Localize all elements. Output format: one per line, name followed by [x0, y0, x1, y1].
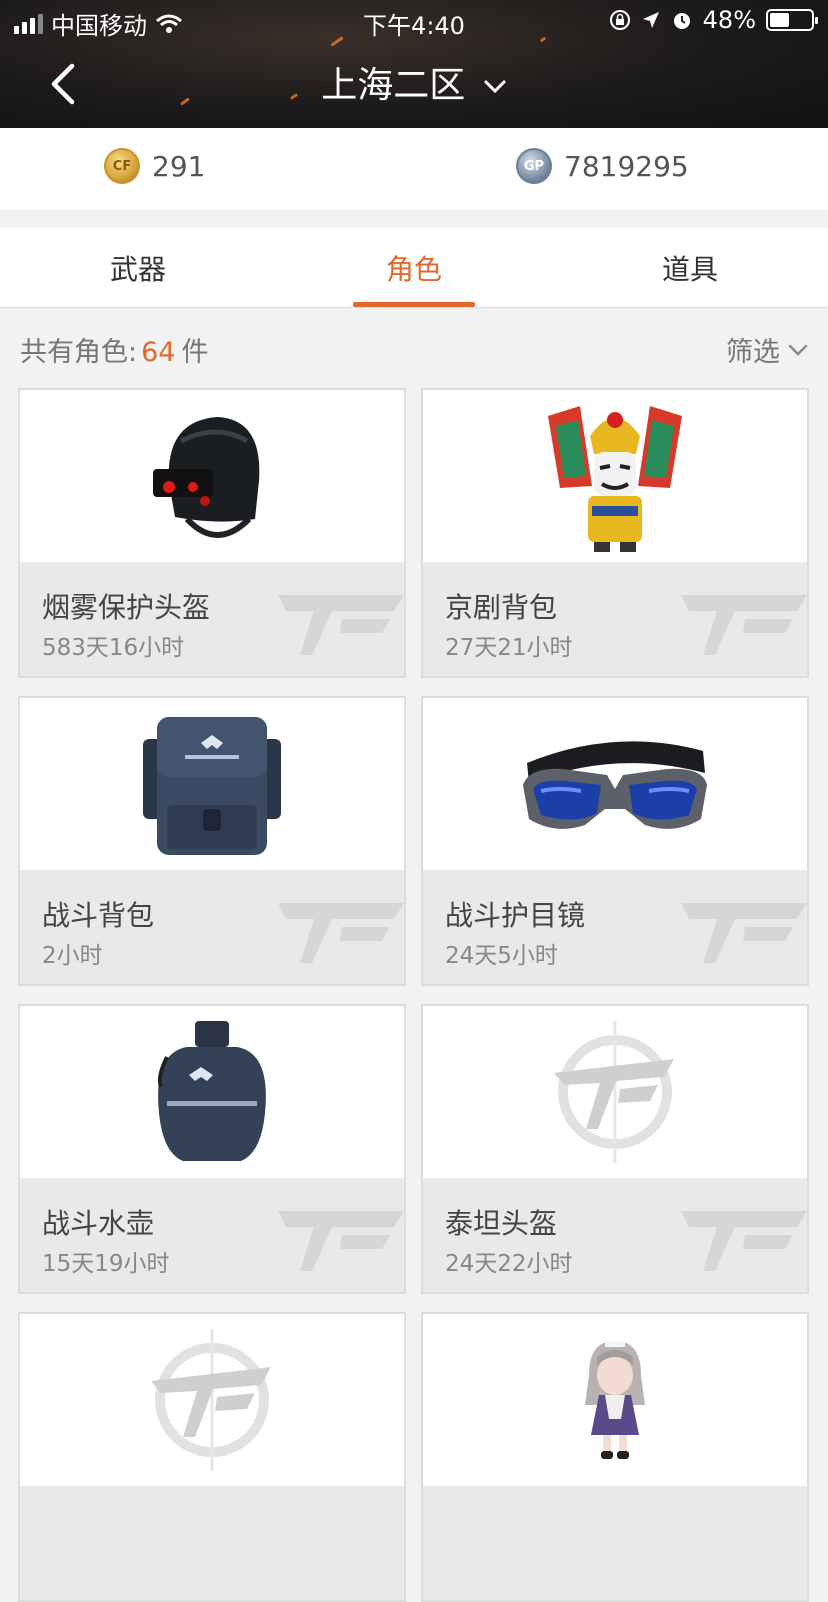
item-duration: 583天16小时: [42, 635, 185, 661]
cf-coin-value: 291: [152, 149, 206, 183]
app-header: 中国移动 下午4:40 48% 上海二区: [0, 0, 828, 128]
backpack-icon: [143, 717, 281, 855]
cf-watermark-icon: [681, 903, 807, 963]
canteen-icon: [157, 1021, 266, 1161]
rotation-lock-icon: [609, 10, 630, 30]
item-image: [20, 1314, 404, 1486]
tab-characters[interactable]: 角色: [314, 248, 514, 288]
opera-backpack-icon: [548, 406, 682, 552]
cf-placeholder-icon: [554, 1021, 674, 1163]
item-card[interactable]: 战斗背包 2小时: [18, 696, 406, 986]
item-image: [20, 390, 404, 562]
item-card[interactable]: [421, 1312, 809, 1602]
currency-bar: CF 291 GP 7819295: [0, 128, 828, 210]
gp-coin-icon: GP: [516, 148, 552, 184]
cf-coin-icon: CF: [104, 148, 140, 184]
item-card[interactable]: 京剧背包 27天21小时: [421, 388, 809, 678]
battery-icon: [766, 9, 818, 31]
item-duration: 24天5小时: [445, 943, 558, 969]
item-name: 京剧背包: [445, 591, 558, 624]
item-count-label: 共有角色:: [20, 337, 138, 368]
item-image: [20, 698, 404, 870]
cf-coin-balance: CF 291: [104, 148, 205, 184]
active-tab-indicator: [353, 302, 475, 307]
item-card[interactable]: 战斗水壶 15天19小时: [18, 1004, 406, 1294]
battery-percent: 48%: [702, 6, 756, 34]
chevron-down-icon: [484, 80, 506, 94]
item-card[interactable]: [18, 1312, 406, 1602]
location-icon: [642, 12, 659, 28]
item-image: [423, 1006, 807, 1178]
item-count: 共有角色: 64 件: [20, 330, 208, 369]
server-selector[interactable]: 上海二区: [0, 56, 828, 108]
category-tabs: 武器 角色 道具: [0, 228, 828, 308]
gp-value: 7819295: [564, 149, 689, 183]
item-name: 烟雾保护头盔: [42, 591, 211, 624]
alarm-icon: [673, 13, 690, 29]
item-card[interactable]: 泰坦头盔 24天22小时: [421, 1004, 809, 1294]
item-duration: 24天22小时: [445, 1251, 573, 1277]
page-title: 上海二区: [321, 65, 466, 106]
cf-placeholder-icon: [151, 1329, 271, 1471]
item-image: [423, 390, 807, 562]
item-image: [423, 698, 807, 870]
filter-button[interactable]: 筛选: [726, 330, 808, 369]
cf-watermark-icon: [278, 1211, 404, 1271]
item-name: 战斗护目镜: [445, 899, 586, 932]
helmet-icon: [153, 417, 260, 538]
item-count-value: 64: [141, 337, 176, 368]
tab-items[interactable]: 道具: [590, 248, 790, 288]
item-name: 泰坦头盔: [445, 1207, 558, 1240]
item-card[interactable]: 烟雾保护头盔 583天16小时: [18, 388, 406, 678]
item-image: [423, 1314, 807, 1486]
item-duration: 15天19小时: [42, 1251, 170, 1277]
cf-watermark-icon: [278, 903, 404, 963]
item-name: 战斗背包: [42, 899, 155, 932]
item-duration: 2小时: [42, 943, 103, 969]
cf-watermark-icon: [681, 595, 807, 655]
cf-watermark-icon: [278, 595, 404, 655]
chevron-down-icon: [788, 344, 808, 356]
item-image: [20, 1006, 404, 1178]
item-card[interactable]: 战斗护目镜 24天5小时: [421, 696, 809, 986]
cf-watermark-icon: [681, 1211, 807, 1271]
item-name: 战斗水壶: [42, 1207, 155, 1240]
tab-weapons[interactable]: 武器: [38, 248, 238, 288]
filter-label: 筛选: [726, 337, 780, 368]
status-bar: 中国移动 下午4:40 48%: [0, 0, 828, 42]
item-duration: 27天21小时: [445, 635, 573, 661]
doll-icon: [585, 1341, 645, 1459]
item-count-unit: 件: [181, 337, 209, 368]
summary-row: 共有角色: 64 件 筛选: [0, 308, 828, 384]
goggles-icon: [523, 741, 707, 829]
gp-balance: GP 7819295: [516, 148, 689, 184]
